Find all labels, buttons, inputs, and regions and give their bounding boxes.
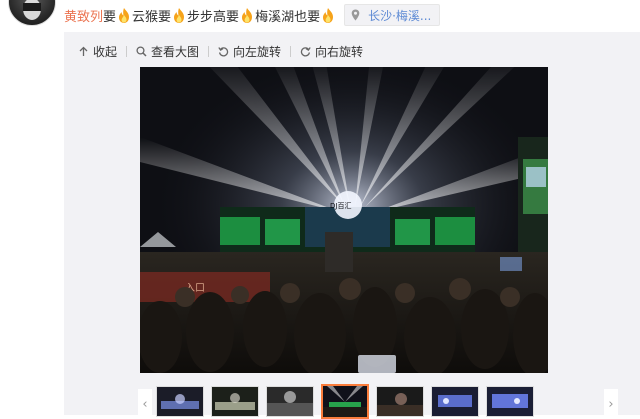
location-pin-icon xyxy=(351,9,360,21)
location-tag[interactable]: 长沙·梅溪... xyxy=(344,4,441,26)
toolbar-divider xyxy=(208,45,210,57)
toolbar-divider xyxy=(290,45,292,57)
rotate-right-icon xyxy=(300,46,311,56)
view-large-label: 查看大图 xyxy=(151,44,200,59)
thumbnail[interactable] xyxy=(486,386,534,417)
thumbnail[interactable] xyxy=(266,386,314,417)
thumbnail[interactable] xyxy=(211,386,259,417)
rotate-left-icon xyxy=(218,46,229,56)
media-panel: 收起 查看大图 向左旋转 向右旋转 DJ百汇 入口 ‹ › xyxy=(64,32,640,419)
thumbnail-strip: ‹ › xyxy=(138,384,618,419)
post-text-segment: 梅溪湖也要 xyxy=(255,9,321,25)
fire-emoji-icon xyxy=(174,7,185,23)
post-text-segment: 云猴要 xyxy=(132,9,172,25)
username-link[interactable]: 黄致列 xyxy=(64,6,103,25)
thumbnail-active[interactable] xyxy=(321,384,369,419)
collapse-label: 收起 xyxy=(93,44,118,59)
post-text-segment: 步步高要 xyxy=(187,9,240,25)
magnifier-icon xyxy=(136,45,147,57)
thumbnail[interactable] xyxy=(156,386,204,417)
thumbnail[interactable] xyxy=(431,386,479,417)
image-toolbar: 收起 查看大图 向左旋转 向右旋转 xyxy=(78,43,363,59)
thumbnail[interactable] xyxy=(376,386,424,417)
rotate-right-label: 向右旋转 xyxy=(315,44,364,59)
rotate-right-button[interactable]: 向右旋转 xyxy=(300,43,363,60)
fire-emoji-icon xyxy=(323,7,334,23)
location-label: 长沙·梅溪... xyxy=(368,8,432,23)
toolbar-divider xyxy=(126,45,128,57)
collapse-button[interactable]: 收起 xyxy=(78,43,117,60)
fire-emoji-icon xyxy=(242,7,253,23)
post-text: 黄致列 要 云猴要 步步高要 梅溪湖也要 长沙·梅溪... xyxy=(64,4,441,26)
arrow-up-icon xyxy=(79,46,88,56)
rotate-left-label: 向左旋转 xyxy=(233,44,282,59)
rotate-left-button[interactable]: 向左旋转 xyxy=(218,43,281,60)
stage-sign-text: DJ百汇 xyxy=(330,202,351,210)
avatar[interactable] xyxy=(8,0,56,26)
main-photo[interactable]: DJ百汇 入口 xyxy=(140,67,548,373)
fire-emoji-icon xyxy=(119,7,130,23)
post-text-segment: 要 xyxy=(103,9,117,25)
view-large-button[interactable]: 查看大图 xyxy=(136,43,199,60)
